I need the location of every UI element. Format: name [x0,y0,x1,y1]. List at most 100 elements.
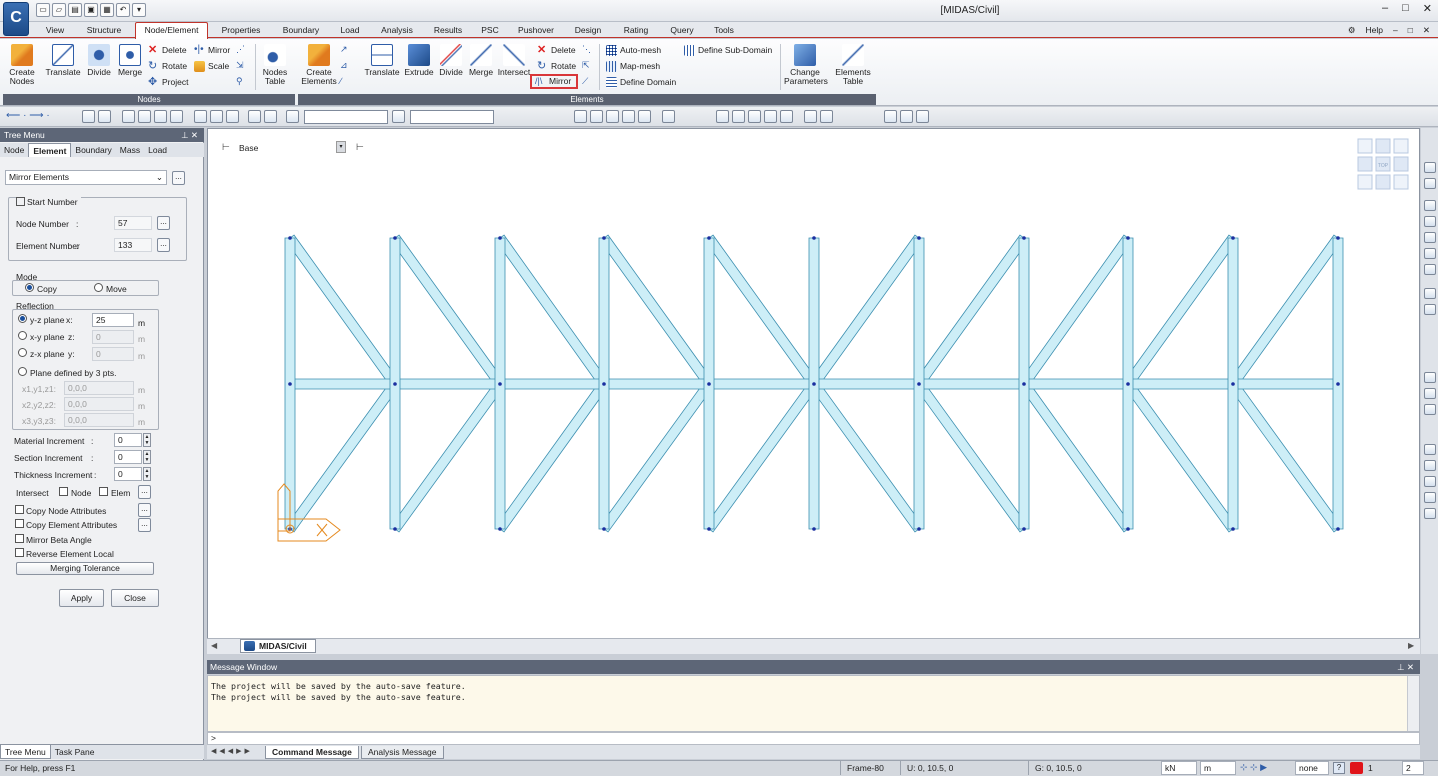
mode-move-radio[interactable] [94,283,103,292]
diagonal-member[interactable] [1228,234,1343,388]
node-point[interactable] [602,236,606,240]
right-tool-icon-8[interactable] [1424,288,1436,299]
diagonal-member[interactable] [809,380,924,533]
thickness-increment-input[interactable]: 0 [114,467,142,481]
pan-icon[interactable] [1424,388,1436,399]
point1-input[interactable]: 0,0,0 [64,381,134,395]
tab-properties[interactable]: Properties [214,23,268,38]
scroll-right-icon[interactable]: ▶ [1408,641,1414,650]
select-plane-icon[interactable] [154,110,167,123]
ribbon-minimize-icon[interactable]: – [1393,23,1398,38]
scale-nodes-button[interactable]: Scale [194,59,229,74]
zx-plane-label[interactable]: z-x plane [30,349,65,359]
reverse-element-local-label[interactable]: Reverse Element Local [26,549,114,559]
zoom-icon[interactable] [1424,372,1436,383]
diagonal-member[interactable] [285,380,400,533]
tab-analysis-message[interactable]: Analysis Message [361,746,444,759]
node-point[interactable] [707,236,711,240]
view-front-icon[interactable] [732,110,745,123]
change-parameters-button[interactable]: Change Parameters [784,44,828,86]
node-point[interactable] [393,382,397,386]
node-point[interactable] [602,382,606,386]
diagonal-member[interactable] [914,380,1029,533]
horizontal-member[interactable] [603,378,710,390]
xy-plane-input[interactable]: 0 [92,330,134,344]
horizontal-member[interactable] [394,378,501,390]
tab-view[interactable]: View [40,23,70,38]
zoom-out-icon[interactable] [1424,492,1436,503]
element-tool-icon-5[interactable]: ⇱ [582,60,594,72]
node-point[interactable] [1336,382,1340,386]
node-point[interactable] [812,236,816,240]
intersect-node-checkbox[interactable] [59,487,68,496]
thickness-increment-spinner[interactable]: ▲ ▼ [143,467,151,481]
merging-tolerance-button[interactable]: Merging Tolerance [16,562,154,575]
intersect-button[interactable]: Intersect [497,44,531,77]
element-number-options-button[interactable]: ... [157,238,170,252]
copy-node-attributes-options[interactable]: ... [138,503,151,517]
yz-plane-input[interactable]: 25 [92,313,134,327]
query-icon[interactable]: ? [1333,762,1345,774]
horizontal-member[interactable] [289,378,396,390]
display-icon-3[interactable] [606,110,619,123]
message-pin-close-icon[interactable]: ⊥ ✕ [1397,660,1414,674]
app-logo-icon[interactable]: C [3,2,29,36]
node-point[interactable] [1126,236,1130,240]
define-domain-button[interactable]: Define Domain [606,75,676,90]
ribbon-restore-icon[interactable]: □ [1408,23,1413,38]
material-increment-spinner[interactable]: ▲ ▼ [143,433,151,447]
diagonal-member[interactable] [599,234,714,388]
element-tool-icon-6[interactable]: ⟋ [582,76,594,88]
point3-input[interactable]: 0,0,0 [64,413,134,427]
tree-tab-element[interactable]: Element [28,143,72,157]
node-tool-icon-3[interactable]: ⚲ [236,76,250,88]
cancel-select-icon[interactable] [264,110,277,123]
display-icon-1[interactable] [574,110,587,123]
create-nodes-button[interactable]: Create Nodes [6,44,38,86]
right-tool-icon-2[interactable] [1424,178,1436,189]
settings-gear-icon[interactable]: ⚙ [1348,23,1356,38]
diagonal-member[interactable] [495,380,609,533]
horizontal-member[interactable] [1232,378,1339,390]
horizontal-member[interactable] [1023,378,1129,390]
zoom-window-icon[interactable] [1424,444,1436,455]
xy-plane-label[interactable]: x-y plane [30,332,65,342]
selection-combo-2[interactable] [410,110,494,124]
active-identity-icon[interactable] [248,110,261,123]
activate-icon[interactable] [210,110,223,123]
node-point[interactable] [602,527,606,531]
panel-pin-close-icon[interactable]: ⊥ ✕ [181,128,198,142]
record-icon[interactable] [1350,762,1363,774]
tab-load[interactable]: Load [334,23,366,38]
node-point[interactable] [1336,236,1340,240]
horizontal-member[interactable] [499,378,605,390]
project-nodes-button[interactable]: ✥ Project [148,75,188,90]
node-point[interactable] [1126,527,1130,531]
rotate-nodes-button[interactable]: ↻ Rotate [148,59,187,74]
tree-tab-mass[interactable]: Mass [116,143,144,157]
bottom-tab-task-pane[interactable]: Task Pane [51,745,99,759]
node-point[interactable] [1336,527,1340,531]
apply-button[interactable]: Apply [59,589,104,607]
diagonal-member[interactable] [704,380,819,533]
element-tool-icon-4[interactable]: ⋱ [582,44,594,56]
tree-tab-node[interactable]: Node [0,143,28,157]
zoom-in-icon[interactable] [1424,476,1436,487]
copy-element-attributes-label[interactable]: Copy Element Attributes [26,520,117,530]
copy-element-attributes-options[interactable]: ... [138,518,151,532]
diagonal-member[interactable] [390,234,505,388]
tab-design[interactable]: Design [568,23,608,38]
close-button[interactable]: Close [111,589,159,607]
mirror-beta-angle-checkbox[interactable] [15,534,24,543]
intersect-node-label[interactable]: Node [71,488,91,498]
tree-tab-load[interactable]: Load [144,143,171,157]
node-tool-icon-1[interactable]: ⋰ [236,44,250,56]
diagonal-member[interactable] [285,234,400,388]
right-tool-icon-4[interactable] [1424,216,1436,227]
display-icon-2[interactable] [590,110,603,123]
group-icon-1[interactable] [884,110,897,123]
select-single-icon[interactable] [122,110,135,123]
unselect-icon[interactable] [194,110,207,123]
ribbon-close-icon[interactable]: ✕ [1423,23,1430,38]
help-menu[interactable]: Help [1366,23,1383,38]
